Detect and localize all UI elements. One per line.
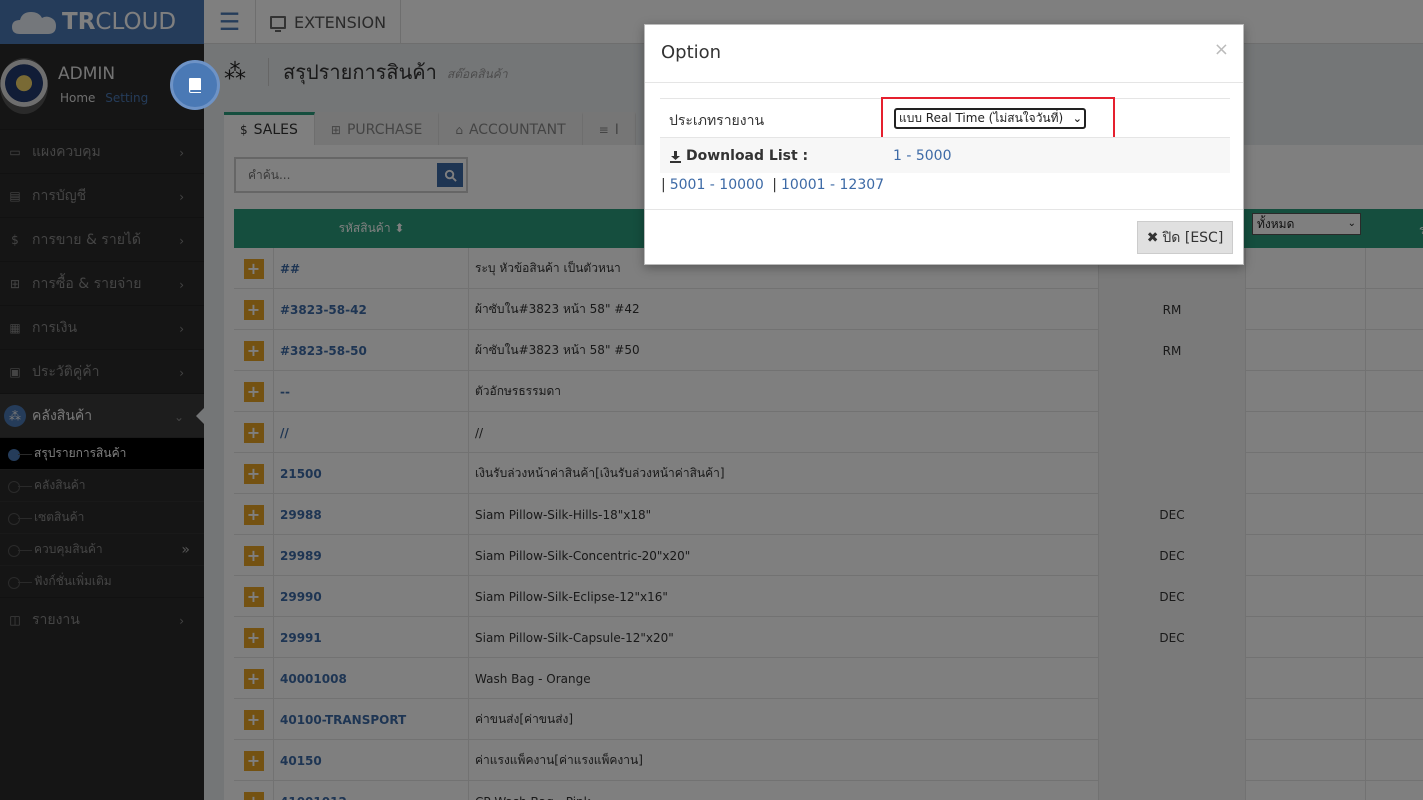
report-type-select[interactable]: แบบ Real Time (ไม่สนใจวันที่) ⌄ (894, 108, 1086, 129)
close-button-label: ปิด [ESC] (1162, 229, 1224, 246)
close-icon[interactable]: × (1214, 39, 1229, 60)
modal-footer: ✖ ปิด [ESC] (645, 209, 1243, 265)
report-type-row: ประเภทรายงาน แบบ Real Time (ไม่สนใจวันที… (660, 97, 1230, 140)
download-link-3[interactable]: 10001 - 12307 (781, 177, 884, 193)
close-button[interactable]: ✖ ปิด [ESC] (1137, 221, 1233, 254)
modal-header: Option × (645, 25, 1243, 83)
download-link-1[interactable]: 1 - 5000 (893, 148, 952, 164)
report-type-label: ประเภทรายงาน (669, 113, 765, 129)
modal-title: Option (661, 42, 722, 63)
download-row: Download List : 1 - 5000 (660, 137, 1230, 173)
report-type-value: แบบ Real Time (ไม่สนใจวันที่) (899, 111, 1064, 125)
highlight-box: แบบ Real Time (ไม่สนใจวันที่) ⌄ (881, 97, 1115, 140)
download-more-links: | 5001 - 10000 | 10001 - 12307 (661, 177, 885, 193)
book-icon (189, 78, 201, 93)
modal-body: ประเภทรายงาน แบบ Real Time (ไม่สนใจวันที… (660, 97, 1230, 173)
close-icon: ✖ (1146, 229, 1159, 246)
chevron-down-icon: ⌄ (1072, 112, 1082, 125)
download-icon (670, 150, 681, 163)
download-label: Download List : (686, 148, 809, 164)
download-link-2[interactable]: 5001 - 10000 (670, 177, 764, 193)
option-modal: Option × ประเภทรายงาน แบบ Real Time (ไม่… (644, 24, 1244, 265)
book-button[interactable] (170, 60, 220, 110)
